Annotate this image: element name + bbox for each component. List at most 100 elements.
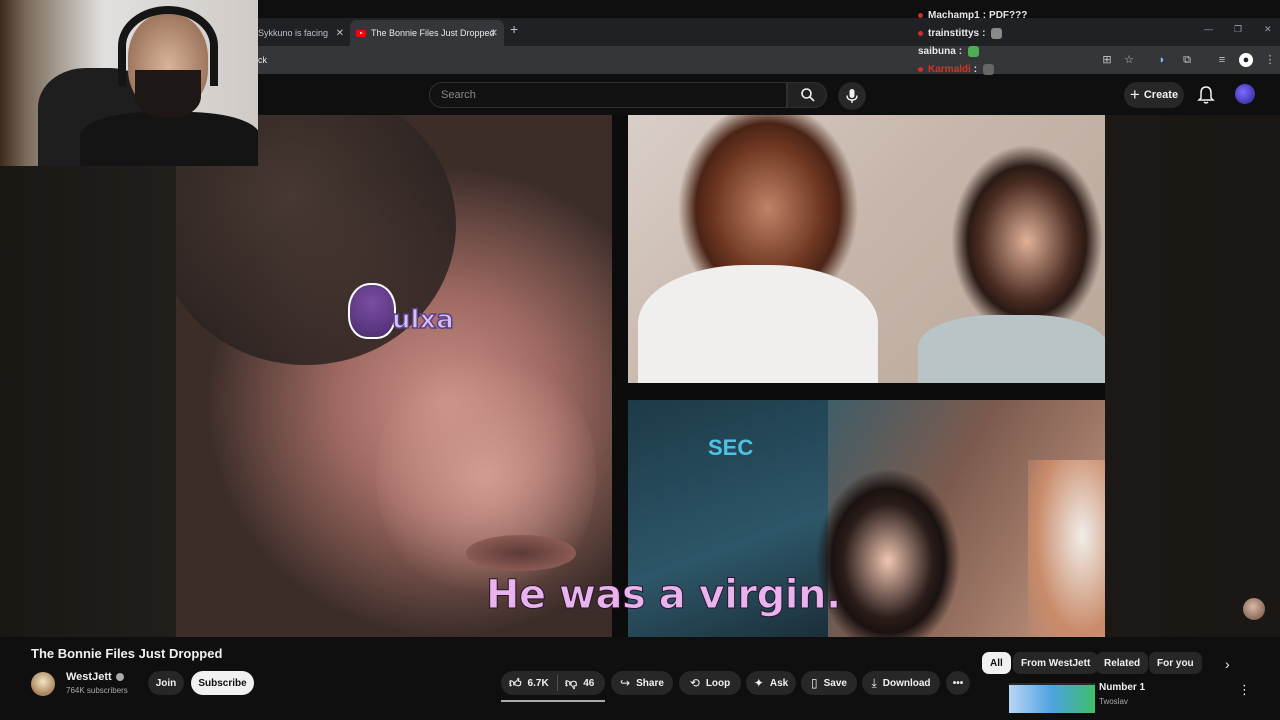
search-button[interactable] [787, 82, 827, 108]
chip-from-westjett[interactable]: From WestJett [1013, 652, 1099, 674]
dislike-count: 46 [583, 678, 595, 689]
join-button[interactable]: Join [148, 671, 184, 695]
chat-emote-icon [991, 28, 1003, 39]
chat-emote-icon [983, 64, 995, 75]
new-tab-icon[interactable]: + [510, 21, 518, 37]
chat-message: trainstittys : [918, 28, 1003, 39]
chat-user: Karmaldi [928, 64, 971, 75]
tab-label: Sykkuno is facing [258, 28, 329, 38]
subscribe-label: Subscribe [198, 677, 247, 689]
bookmark-icon: ▯ [811, 676, 818, 690]
search-icon [801, 88, 815, 102]
create-button[interactable]: + Create [1124, 82, 1184, 108]
browser-tab-sykkuno[interactable]: Sykkuno is facing ✕ [258, 20, 350, 46]
loop-button[interactable]: ⟲ Loop [679, 671, 741, 695]
collage-divider [612, 115, 628, 637]
loop-label: Loop [705, 677, 731, 689]
create-label: Create [1143, 89, 1179, 101]
minimize-icon[interactable]: — [1204, 24, 1213, 34]
channel-avatar[interactable] [31, 672, 55, 696]
subscriber-count: 764K subscribers [66, 686, 128, 695]
streamer-webcam [0, 0, 258, 166]
bookmark-star-icon[interactable]: ☆ [1122, 53, 1136, 67]
like-count: 6.7K [527, 678, 549, 689]
tab-label: The Bonnie Files Just Dropped [371, 28, 495, 38]
chat-user: trainstittys [928, 28, 980, 39]
notifications-bell-icon[interactable] [1197, 85, 1215, 105]
media-icon[interactable]: ≡ [1215, 53, 1229, 67]
chat-badge-icon [918, 13, 923, 18]
chat-message: Machamp1 : PDF??? [918, 10, 1027, 21]
chat-text: PDF??? [989, 10, 1028, 21]
chip-related[interactable]: Related [1096, 652, 1149, 674]
share-label: Share [636, 677, 664, 689]
chat-emote-icon [968, 46, 980, 57]
search-placeholder: Search [441, 89, 476, 101]
channel-watermark-icon[interactable] [1243, 598, 1265, 620]
install-icon[interactable]: ⊞ [1100, 53, 1114, 67]
channel-name-text: WestJett [66, 671, 112, 683]
browser-tab-active[interactable]: The Bonnie Files Just Dropped ✕ [350, 20, 504, 46]
audio-icon[interactable]: ◗ [1155, 53, 1169, 67]
chat-message: Karmaldi : [918, 64, 995, 75]
more-horizontal-icon: ••• [952, 677, 964, 689]
menu-kebab-icon[interactable]: ⋮ [1263, 53, 1277, 67]
share-icon: ↪ [620, 676, 631, 690]
thumbs-up-icon: 👍︎ [509, 676, 522, 690]
voice-search-button[interactable] [838, 82, 866, 110]
profile-icon[interactable]: ● [1239, 53, 1253, 67]
recommendation-thumbnail[interactable] [1009, 683, 1095, 713]
save-label: Save [823, 677, 847, 689]
verified-icon [115, 673, 124, 682]
subscribe-button[interactable]: Subscribe [191, 671, 254, 695]
chip-label: For you [1157, 657, 1194, 669]
plus-icon: + [1129, 85, 1140, 104]
video-frame-top-right [628, 115, 1105, 383]
close-icon[interactable]: ✕ [490, 28, 498, 39]
download-button[interactable]: ⤓ Download [862, 671, 940, 695]
recommendation-title[interactable]: Number 1 [1099, 682, 1145, 693]
chat-user: Machamp1 [928, 10, 980, 21]
save-button[interactable]: ▯ Save [801, 671, 857, 695]
like-ratio-bar [501, 700, 605, 702]
share-button[interactable]: ↪ Share [611, 671, 673, 695]
chat-badge-icon [918, 31, 923, 36]
restore-icon[interactable]: ❐ [1234, 24, 1242, 35]
collage-divider [628, 383, 1105, 400]
sticker-text: ulxa [391, 304, 454, 336]
join-label: Join [155, 677, 177, 689]
chip-all[interactable]: All [982, 652, 1011, 674]
video-title: The Bonnie Files Just Dropped [31, 646, 223, 661]
channel-name[interactable]: WestJett [66, 671, 124, 683]
like-dislike-group: 👍︎ 6.7K 👎︎ 46 [501, 671, 605, 695]
download-icon: ⤓ [871, 675, 877, 690]
chair-logo: SEC [708, 435, 754, 460]
microphone-icon [846, 89, 858, 103]
account-avatar[interactable] [1235, 84, 1255, 104]
window-close-icon[interactable]: ✕ [1264, 24, 1272, 35]
video-subtitle: He was a virgin. [486, 572, 842, 619]
search-input[interactable]: Search [429, 82, 787, 108]
more-actions-button[interactable]: ••• [946, 671, 970, 695]
close-icon[interactable]: ✕ [336, 28, 344, 39]
ask-label: Ask [769, 677, 789, 689]
extensions-icon[interactable]: ⧉ [1180, 53, 1194, 67]
dislike-button[interactable]: 👎︎ 46 [565, 676, 594, 691]
chip-label: All [990, 657, 1003, 669]
chevron-right-icon[interactable]: › [1225, 656, 1230, 672]
video-frame-left [176, 115, 612, 637]
ask-button[interactable]: ✦ Ask [746, 671, 796, 695]
sparkle-icon: ✦ [753, 676, 764, 690]
thumbs-down-icon: 👎︎ [565, 676, 578, 690]
chibi-character-icon [348, 283, 396, 339]
loop-icon: ⟲ [689, 676, 700, 690]
chat-message: saibuna : [918, 46, 980, 57]
youtube-favicon-icon [356, 29, 366, 37]
more-vertical-icon[interactable]: ⋮ [1238, 682, 1251, 698]
download-label: Download [882, 677, 931, 689]
chip-for-you[interactable]: For you [1149, 652, 1202, 674]
chat-badge-icon [918, 67, 923, 72]
like-button[interactable]: 👍︎ 6.7K [509, 676, 549, 691]
chat-user: saibuna [918, 46, 956, 57]
chip-label: Related [1104, 657, 1141, 669]
